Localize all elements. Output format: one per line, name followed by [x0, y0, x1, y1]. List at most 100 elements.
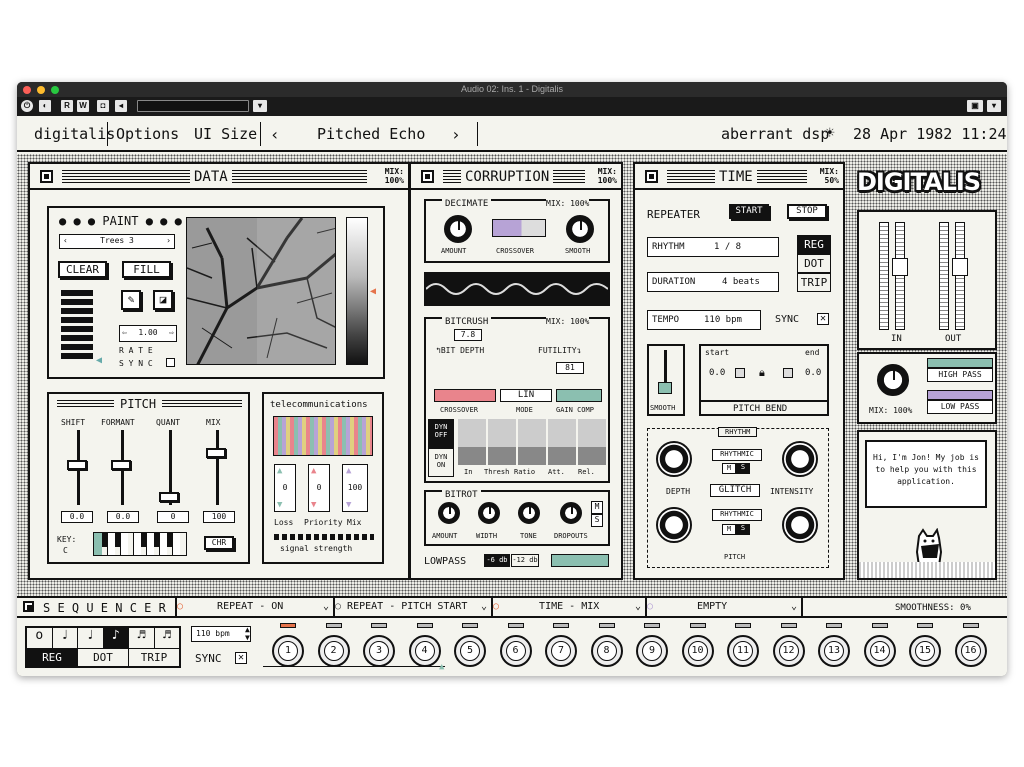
step-knob-16[interactable]: 16 [954, 635, 987, 667]
step-knob-11[interactable]: 11 [727, 635, 759, 667]
options-menu[interactable]: Options [116, 125, 179, 143]
seq-sync-checkbox[interactable]: ✕ [235, 652, 247, 664]
glitch-button[interactable]: GLITCH [710, 484, 760, 497]
bit-depth-value[interactable]: 7.8 [454, 329, 482, 341]
snapshot-icon[interactable]: ◘ [97, 100, 109, 112]
seq-trip-button[interactable]: TRIP [128, 649, 179, 666]
rate-control[interactable]: ⇦ 1.00 ⇨ [119, 325, 177, 342]
loss-up-icon[interactable]: ▲ [277, 466, 282, 476]
rhythmic-bottom-select[interactable]: RHYTHMIC [712, 509, 762, 521]
mix-up-icon[interactable]: ▲ [346, 466, 351, 476]
compare-icon[interactable]: ◐ [39, 100, 51, 112]
seq-tab-4[interactable]: ○ EMPTY ⌄ [645, 598, 803, 618]
sixteenth-note-icon[interactable]: ♬ [129, 628, 155, 648]
value-gradient-slider[interactable] [346, 217, 368, 365]
time-trip-button[interactable]: TRIP [797, 273, 831, 292]
out-level-fader[interactable] [952, 258, 968, 276]
dropdown-icon[interactable]: ▾ [253, 100, 267, 112]
seq-reg-button[interactable]: REG [27, 649, 77, 666]
key-value[interactable]: C [63, 546, 68, 555]
decimate-mix[interactable]: MIX: 100% [546, 199, 590, 208]
gradient-pointer-icon[interactable]: ◀ [370, 286, 376, 297]
time-mix[interactable]: MIX: 50% [820, 167, 839, 185]
time-dot-button[interactable]: DOT [797, 254, 831, 273]
paint-preset-select[interactable]: ‹ Trees 3 › [59, 234, 175, 249]
depth-knob[interactable] [656, 507, 692, 543]
amount-knob[interactable] [444, 215, 472, 243]
step-knob-14[interactable]: 14 [863, 635, 896, 667]
low-pass-button[interactable]: LOW PASS [927, 400, 993, 414]
whole-note-icon[interactable]: o [27, 628, 53, 648]
crossover-bar[interactable] [434, 389, 496, 402]
seq-tab-3[interactable]: ○ TIME - MIX ⌄ [491, 598, 645, 618]
brush-size-bars[interactable] [61, 290, 93, 360]
eighth-note-icon[interactable]: ♪ [103, 628, 129, 648]
glitch-m-bottom[interactable]: M [722, 524, 736, 535]
priority-up-icon[interactable]: ▲ [311, 466, 316, 476]
minimize-window-button[interactable] [37, 86, 45, 94]
step-knob-8[interactable]: 8 [590, 635, 623, 667]
futility-value[interactable]: 81 [556, 362, 584, 374]
seq-dot-button[interactable]: DOT [77, 649, 128, 666]
tempo-field[interactable]: TEMPO 110 bpm [647, 310, 761, 330]
seq-tab-2[interactable]: ○ REPEAT - PITCH START ⌄ [333, 598, 491, 618]
preset-next-icon[interactable]: › [451, 125, 461, 144]
bitrot-width-knob[interactable] [478, 502, 500, 524]
quant-fader[interactable] [159, 492, 179, 502]
step-knob-2[interactable]: 2 [317, 635, 350, 667]
glitch-rhythm-knob-right[interactable] [782, 441, 818, 477]
mix-value[interactable]: 100 [203, 511, 235, 523]
smoothness-label[interactable]: SMOOTHNESS: 0% [895, 603, 971, 613]
sequencer-bypass-toggle[interactable] [23, 601, 34, 612]
preset-name[interactable]: Pitched Echo [317, 125, 425, 143]
intensity-knob[interactable] [782, 507, 818, 543]
corruption-mix[interactable]: MIX: 100% [598, 167, 617, 185]
crossover-slider[interactable] [492, 219, 546, 237]
seq-bpm-stepper[interactable]: ▲ ▼ [245, 626, 250, 642]
seq-tab-1[interactable]: ○ REPEAT - ON ⌄ [175, 598, 333, 618]
clear-button[interactable]: CLEAR [58, 261, 107, 278]
step-knob-9[interactable]: 9 [636, 635, 668, 667]
quant-value[interactable]: 0 [157, 511, 189, 523]
time-bypass-toggle[interactable] [645, 170, 658, 183]
eraser-icon[interactable]: ◪ [153, 290, 173, 310]
data-mix[interactable]: MIX: 100% [385, 167, 404, 185]
glitch-rhythm-knob-left[interactable] [656, 441, 692, 477]
dyn-off-button[interactable]: DYN OFF [428, 419, 454, 448]
step-knob-6[interactable]: 6 [499, 635, 532, 667]
formant-value[interactable]: 0.0 [107, 511, 139, 523]
corruption-bypass-toggle[interactable] [421, 170, 434, 183]
lowpass-slider[interactable] [551, 554, 609, 567]
priority-down-icon[interactable]: ▼ [311, 500, 316, 510]
mode-select[interactable]: LIN [500, 389, 552, 402]
dyn-meters[interactable] [458, 419, 606, 465]
time-sync-checkbox[interactable]: ✕ [817, 313, 829, 325]
step-knob-3[interactable]: 3 [363, 635, 395, 667]
stop-button[interactable]: STOP [787, 204, 827, 219]
zoom-window-button[interactable] [51, 86, 59, 94]
bitrot-amount-knob[interactable] [438, 502, 460, 524]
camera-icon[interactable]: ▣ [967, 100, 983, 112]
telecom-grid[interactable] [273, 416, 373, 456]
seq-length-marker[interactable]: ▲ [439, 662, 444, 672]
rhythmic-top-select[interactable]: RHYTHMIC [712, 449, 762, 461]
smooth-slider[interactable] [658, 382, 672, 394]
glitch-m-top[interactable]: M [722, 463, 736, 474]
lowpass-12db-button[interactable]: -12 db [511, 554, 539, 567]
start-button[interactable]: START [729, 204, 769, 219]
lock-icon[interactable]: 🔒︎ [759, 366, 765, 380]
bitrot-dropouts-knob[interactable] [560, 502, 582, 524]
step-knob-4[interactable]: 4 [408, 635, 441, 667]
close-window-button[interactable] [23, 86, 31, 94]
shift-value[interactable]: 0.0 [61, 511, 93, 523]
preset-selector[interactable] [137, 100, 249, 112]
time-reg-button[interactable]: REG [797, 235, 831, 254]
bitrot-m-button[interactable]: M [591, 501, 603, 514]
step-knob-1[interactable]: 1 [272, 635, 304, 667]
step-knob-5[interactable]: 5 [454, 635, 486, 667]
power-icon[interactable]: ⏻ [21, 100, 33, 112]
low-pass-color-bar[interactable] [927, 390, 993, 400]
half-note-icon[interactable]: ♩ [53, 628, 78, 648]
preset-prev-icon[interactable]: ‹ [270, 125, 280, 144]
bitrot-s-button[interactable]: S [591, 514, 603, 527]
